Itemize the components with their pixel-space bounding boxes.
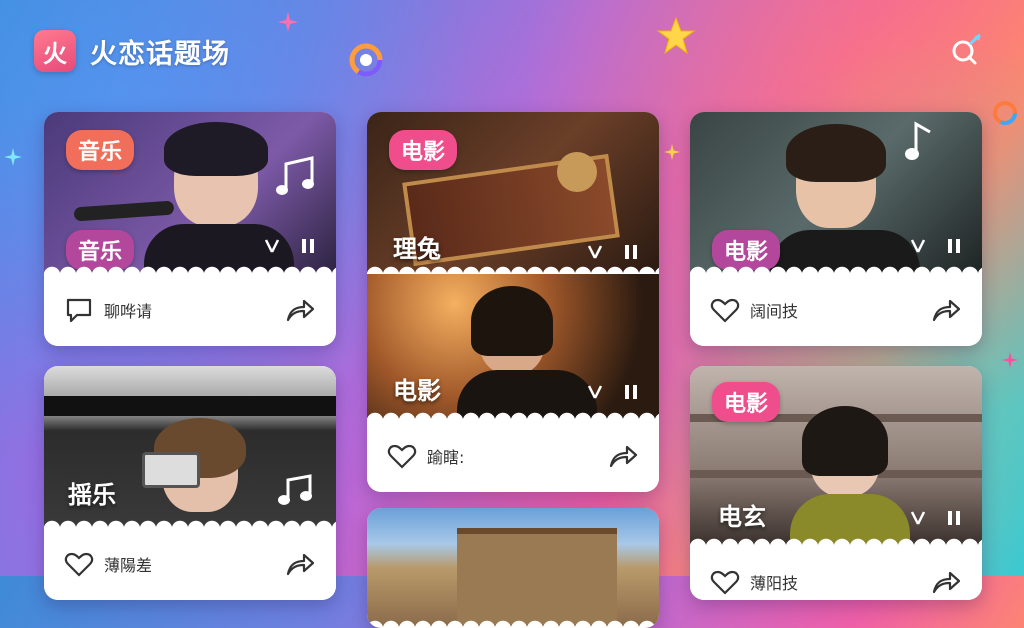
card-overlay-title: 电影 <box>393 377 441 405</box>
card-footer: 薄阳技 <box>690 546 982 600</box>
torso-shape <box>457 370 597 420</box>
card-footer-label: 薄陽差 <box>104 556 153 575</box>
topic-card-building[interactable] <box>367 508 659 628</box>
shuffle-icon[interactable] <box>264 236 284 256</box>
topic-card-music[interactable]: 音乐 音乐 聊哗请 <box>44 112 336 346</box>
topic-card-photography[interactable]: 揺乐 薄陽差 <box>44 366 336 600</box>
card-image: 音乐 音乐 <box>44 112 336 274</box>
torso-shape <box>790 494 910 546</box>
share-arrow-icon <box>932 571 961 594</box>
chat-button[interactable] <box>64 296 94 324</box>
card-footer: 踰瞎: <box>367 420 659 492</box>
share-button[interactable] <box>284 296 316 324</box>
share-button[interactable] <box>930 296 962 324</box>
heart-icon <box>387 444 417 469</box>
torso-shape <box>770 230 920 274</box>
category-tag: 音乐 <box>66 230 135 270</box>
card-image: 揺乐 <box>44 366 336 528</box>
category-tag: 音乐 <box>66 130 135 170</box>
reel-knob <box>557 152 597 192</box>
card-footer: 薄陽差 <box>44 528 336 600</box>
like-button[interactable] <box>387 443 417 469</box>
chat-bubble-icon <box>66 298 92 323</box>
card-image: 电影 <box>367 274 659 420</box>
media-controls <box>910 236 964 256</box>
music-note-icon <box>276 156 314 195</box>
card-overlay-title: 电玄 <box>718 503 766 531</box>
hair-shape <box>786 124 886 182</box>
card-footer-label: 聊哗请 <box>104 302 153 321</box>
heart-icon <box>710 570 740 595</box>
media-controls <box>587 382 641 402</box>
share-arrow-icon <box>286 299 315 322</box>
pause-icon[interactable] <box>944 236 964 256</box>
hair-shape <box>471 286 553 356</box>
shuffle-icon[interactable] <box>587 242 607 262</box>
app-logo: 火 <box>34 30 76 72</box>
app-title: 火恋话题场 <box>90 38 230 70</box>
pause-icon[interactable] <box>621 242 641 262</box>
share-arrow-icon <box>286 553 315 576</box>
hair-shape <box>164 122 268 176</box>
media-controls <box>587 242 641 262</box>
share-button[interactable] <box>284 550 316 578</box>
media-controls <box>910 508 964 528</box>
app-header: 火 火恋话题场 <box>34 30 230 72</box>
shuffle-icon[interactable] <box>910 508 930 528</box>
card-image: 电影 理兔 <box>367 112 659 274</box>
share-arrow-icon <box>932 299 961 322</box>
media-controls <box>264 236 318 256</box>
category-tag: 电影 <box>712 230 781 270</box>
hair-shape <box>802 406 888 476</box>
card-image <box>367 508 659 628</box>
pause-icon[interactable] <box>944 508 964 528</box>
like-button[interactable] <box>710 569 740 595</box>
card-footer: 阔间技 <box>690 274 982 346</box>
like-button[interactable] <box>710 297 740 323</box>
category-tag: 电影 <box>712 382 781 422</box>
card-footer-label: 薄阳技 <box>750 574 799 593</box>
category-tag: 电影 <box>389 130 458 170</box>
building-shape <box>457 528 617 624</box>
shuffle-icon[interactable] <box>910 236 930 256</box>
like-button[interactable] <box>64 551 94 577</box>
pause-icon[interactable] <box>298 236 318 256</box>
share-button[interactable] <box>930 568 962 596</box>
film-strip <box>44 396 336 416</box>
topic-card-movie-3[interactable]: 电影 电玄 薄阳技 <box>690 366 982 600</box>
heart-icon <box>710 298 740 323</box>
pause-icon[interactable] <box>621 382 641 402</box>
camera <box>142 452 200 488</box>
search-icon <box>952 34 981 65</box>
card-footer-label: 踰瞎: <box>427 448 465 467</box>
shuffle-icon[interactable] <box>587 382 607 402</box>
search-button[interactable] <box>948 32 984 68</box>
card-image: 电影 <box>690 112 982 274</box>
topic-card-movie[interactable]: 电影 理兔 电影 踰瞎: <box>367 112 659 492</box>
card-overlay-title: 揺乐 <box>68 481 116 509</box>
topic-card-movie-2[interactable]: 电影 阔间技 <box>690 112 982 346</box>
share-arrow-icon <box>609 445 638 468</box>
card-image: 电影 电玄 <box>690 366 982 546</box>
music-note-icon <box>278 474 312 505</box>
card-footer: 聊哗请 <box>44 274 336 346</box>
heart-icon <box>64 552 94 577</box>
microphone <box>73 200 175 222</box>
card-overlay-title: 理兔 <box>393 235 441 263</box>
card-footer-label: 阔间技 <box>750 302 799 321</box>
share-button[interactable] <box>607 442 639 470</box>
music-note-icon <box>905 121 931 160</box>
